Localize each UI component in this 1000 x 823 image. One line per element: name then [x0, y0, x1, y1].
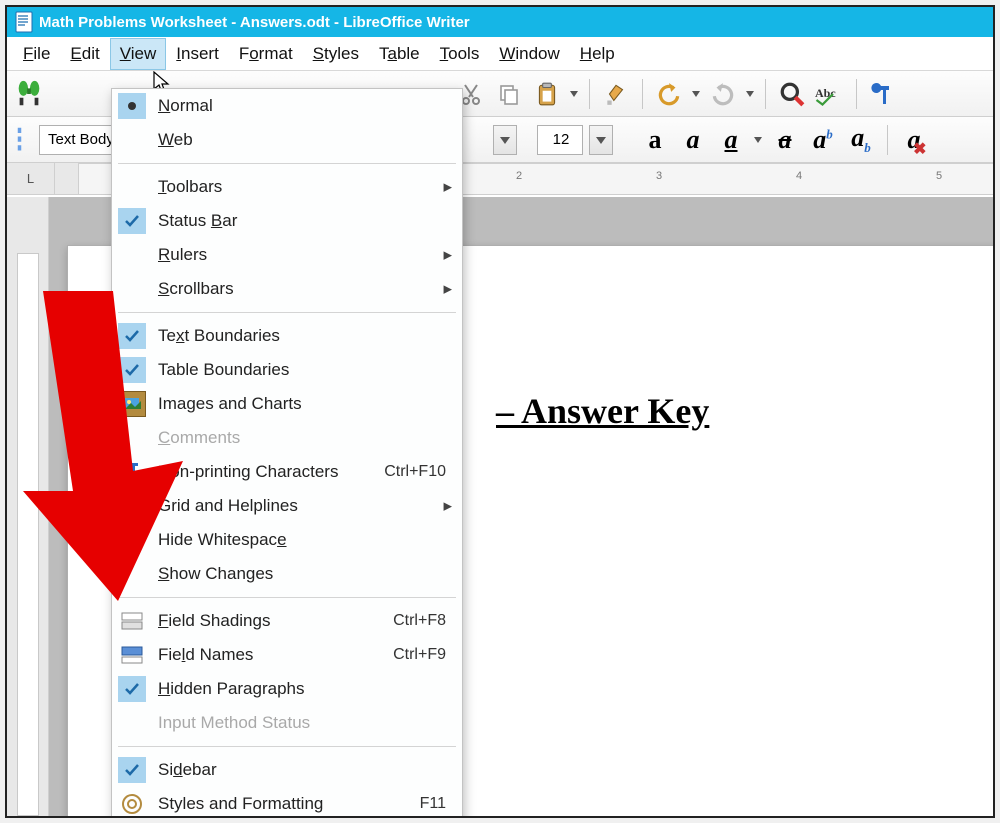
menu-styles[interactable]: Styles: [303, 38, 369, 70]
formatting-marks-icon[interactable]: [867, 78, 899, 110]
title-bar: Math Problems Worksheet - Answers.odt - …: [7, 7, 993, 37]
menu-table[interactable]: Table: [369, 38, 430, 70]
undo-icon[interactable]: [653, 78, 685, 110]
view-hidden-paragraphs[interactable]: Hidden Paragraphs: [112, 672, 462, 706]
field-shadings-icon: [120, 610, 144, 632]
styles-formatting-icon: [121, 793, 143, 815]
copy-icon[interactable]: [493, 78, 525, 110]
menu-window[interactable]: Window: [489, 38, 569, 70]
toolbar-separator: [856, 79, 857, 109]
find-replace-icon[interactable]: [13, 78, 45, 110]
ruler-corner: L: [7, 163, 55, 194]
view-sidebar[interactable]: Sidebar: [112, 753, 462, 787]
menu-help[interactable]: Help: [570, 38, 625, 70]
font-size-value: 12: [553, 131, 570, 148]
menu-format[interactable]: Format: [229, 38, 303, 70]
menu-view[interactable]: View: [110, 38, 167, 70]
underline-dropdown-icon[interactable]: [753, 136, 763, 144]
view-hide-whitespace[interactable]: Hide Whitespace: [112, 523, 462, 557]
paragraph-style-value: Text Body: [48, 131, 114, 148]
ruler-label: 5: [936, 170, 942, 182]
view-table-boundaries[interactable]: Table Boundaries: [112, 353, 462, 387]
menu-separator: [118, 746, 456, 747]
redo-dropdown-icon[interactable]: [745, 90, 755, 98]
view-rulers[interactable]: Rulers ▸: [112, 238, 462, 272]
paste-icon[interactable]: [531, 78, 563, 110]
menu-separator: [118, 312, 456, 313]
undo-dropdown-icon[interactable]: [691, 90, 701, 98]
view-normal[interactable]: Normal: [112, 89, 462, 123]
menu-edit[interactable]: Edit: [60, 38, 109, 70]
bold-icon[interactable]: a: [639, 124, 671, 156]
view-show-changes[interactable]: Show Changes: [112, 557, 462, 591]
view-menu-dropdown: Normal Web Toolbars ▸ Status Bar Rulers …: [111, 88, 463, 818]
italic-icon[interactable]: a: [677, 124, 709, 156]
menu-bar: File Edit View Insert Format Styles Tabl…: [7, 37, 993, 71]
styles-sidebar-icon[interactable]: [13, 124, 33, 156]
ruler-label: 3: [656, 170, 662, 182]
view-status-bar[interactable]: Status Bar: [112, 204, 462, 238]
menu-separator: [118, 597, 456, 598]
clear-formatting-icon[interactable]: a✖: [898, 124, 930, 156]
paste-dropdown-icon[interactable]: [569, 90, 579, 98]
ruler-label: 4: [796, 170, 802, 182]
font-name-dropdown-button[interactable]: [493, 125, 517, 155]
menu-file[interactable]: File: [13, 38, 60, 70]
font-size-dropdown-button[interactable]: [589, 125, 613, 155]
menu-insert[interactable]: Insert: [166, 38, 229, 70]
underline-icon[interactable]: a: [715, 124, 747, 156]
menu-tools[interactable]: Tools: [430, 38, 490, 70]
view-field-names[interactable]: Field Names Ctrl+F9: [112, 638, 462, 672]
view-text-boundaries[interactable]: Text Boundaries: [112, 319, 462, 353]
document-heading[interactable]: – Answer Key: [496, 390, 709, 432]
superscript-icon[interactable]: ab: [807, 124, 839, 156]
toolbar-separator: [765, 79, 766, 109]
toolbar-separator: [887, 125, 888, 155]
view-toolbars[interactable]: Toolbars ▸: [112, 170, 462, 204]
view-field-shadings[interactable]: Field Shadings Ctrl+F8: [112, 604, 462, 638]
title-text: Math Problems Worksheet - Answers.odt - …: [39, 14, 470, 31]
font-size-combo[interactable]: 12: [537, 125, 583, 155]
ruler-label: 2: [516, 170, 522, 182]
strikethrough-icon[interactable]: a: [769, 124, 801, 156]
view-scrollbars[interactable]: Scrollbars ▸: [112, 272, 462, 306]
redo-icon[interactable]: [707, 78, 739, 110]
find-icon[interactable]: [776, 78, 808, 110]
field-names-icon: [120, 645, 144, 665]
subscript-icon[interactable]: ab: [845, 124, 877, 156]
pilcrow-icon: [121, 460, 143, 484]
toolbar-separator: [642, 79, 643, 109]
spellcheck-icon[interactable]: Abc: [814, 78, 846, 110]
view-comments: Comments: [112, 421, 462, 455]
vertical-ruler[interactable]: [7, 197, 49, 816]
view-grid-helplines[interactable]: Grid and Helplines ▸: [112, 489, 462, 523]
clone-formatting-icon[interactable]: [600, 78, 632, 110]
view-input-method-status: Input Method Status: [112, 706, 462, 740]
view-styles-formatting[interactable]: Styles and Formatting F11: [112, 787, 462, 818]
svg-text:Abc: Abc: [815, 86, 836, 100]
menu-separator: [118, 163, 456, 164]
view-web[interactable]: Web: [112, 123, 462, 157]
toolbar-separator: [589, 79, 590, 109]
view-images-charts[interactable]: Images and Charts: [112, 387, 462, 421]
writer-doc-icon: [15, 11, 33, 33]
view-nonprinting-characters[interactable]: Non-printing Characters Ctrl+F10: [112, 455, 462, 489]
